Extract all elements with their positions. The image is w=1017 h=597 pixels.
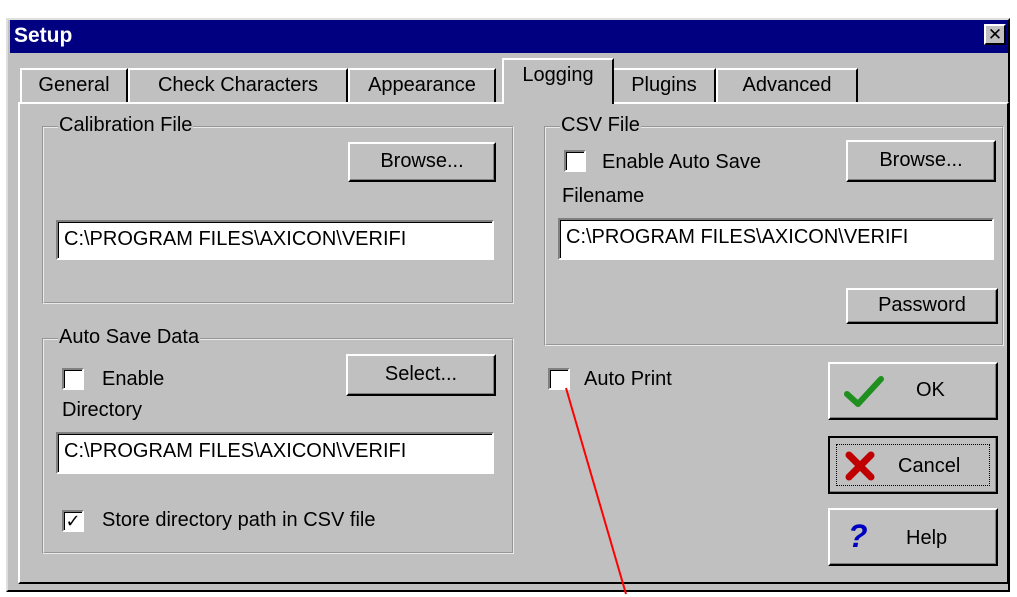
tab-plugins[interactable]: Plugins [612, 68, 716, 102]
tab-label: Logging [522, 64, 594, 86]
directory-label: Directory [62, 399, 143, 421]
cancel-button[interactable]: Cancel [828, 436, 998, 494]
check-mark-icon: ✓ [65, 511, 81, 531]
checkmark-icon [844, 376, 884, 407]
cancel-label: Cancel [898, 455, 961, 477]
tab-label: Appearance [368, 74, 476, 96]
csv-filename-label: Filename [562, 185, 645, 207]
csv-filename-input[interactable]: C:\PROGRAM FILES\AXICON\VERIFI [558, 218, 994, 260]
auto-save-directory-input[interactable]: C:\PROGRAM FILES\AXICON\VERIFI [56, 432, 494, 474]
calibration-file-input[interactable]: C:\PROGRAM FILES\AXICON\VERIFI [56, 220, 494, 260]
auto-save-enable-label: Enable [102, 368, 165, 390]
tab-label: General [38, 74, 110, 96]
password-button[interactable]: Password [846, 288, 998, 324]
ok-button[interactable]: OK [828, 362, 998, 420]
help-button[interactable]: ? Help [828, 508, 998, 566]
question-icon: ? [848, 518, 868, 554]
help-label: Help [906, 527, 948, 549]
tab-label: Plugins [631, 74, 697, 96]
store-directory-path-label: Store directory path in CSV file [102, 509, 376, 531]
tab-logging[interactable]: Logging [502, 58, 614, 104]
csv-enable-auto-save-label: Enable Auto Save [602, 151, 762, 173]
tab-label: Check Characters [157, 74, 319, 96]
dialog-title: Setup [14, 24, 73, 47]
csv-file-title: CSV File [560, 114, 641, 136]
auto-save-select-button[interactable]: Select... [346, 354, 496, 396]
calibration-browse-button[interactable]: Browse... [348, 142, 496, 182]
tab-check-characters[interactable]: Check Characters [128, 68, 348, 102]
csv-enable-auto-save-checkbox[interactable] [564, 150, 586, 172]
tab-appearance[interactable]: Appearance [348, 68, 496, 102]
auto-print-label: Auto Print [584, 368, 672, 390]
tab-label: Advanced [742, 74, 832, 96]
close-button[interactable]: ✕ [984, 24, 1006, 45]
csv-browse-button[interactable]: Browse... [846, 140, 996, 182]
ok-label: OK [916, 379, 945, 401]
x-icon [845, 451, 875, 481]
auto-save-data-title: Auto Save Data [58, 326, 201, 348]
title-bar [10, 20, 1008, 53]
auto-print-checkbox[interactable] [548, 368, 570, 390]
tab-general[interactable]: General [20, 68, 128, 102]
auto-save-enable-checkbox[interactable] [62, 368, 84, 390]
calibration-file-title: Calibration File [58, 114, 194, 136]
store-directory-path-checkbox[interactable]: ✓ [62, 510, 84, 532]
tab-advanced[interactable]: Advanced [716, 68, 858, 102]
